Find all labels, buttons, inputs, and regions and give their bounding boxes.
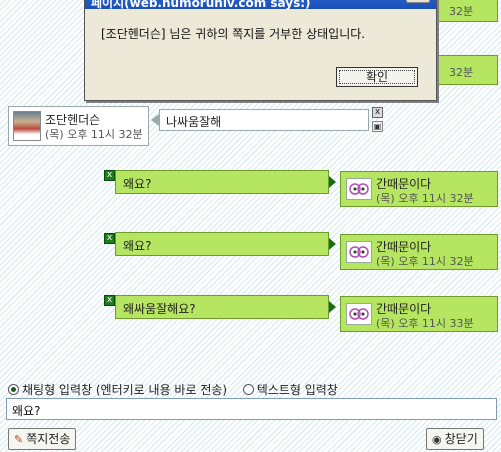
sender-time: (목) 오후 11시 32분 (376, 192, 474, 205)
send-message-button[interactable]: ✎ 쪽지전송 (8, 428, 77, 450)
chat-mode-label[interactable]: 채팅형 입력창 (엔터키로 내용 바로 전송) (22, 383, 227, 397)
received-message-bubble: 나싸움잘해 (159, 109, 369, 131)
received-sender-card: 조단헨더슨 (목) 오후 11시 32분 (8, 106, 149, 146)
sender-avatar[interactable] (346, 303, 372, 325)
sender-time: (목) 오후 11시 33분 (376, 317, 474, 330)
sent-message-bubble: 왜싸움잘해요? (115, 295, 329, 319)
sent-sender-card: 간때문이다 (목) 오후 11시 32분 (340, 171, 498, 207)
send-button-label: 쪽지전송 (26, 432, 71, 446)
sender-avatar[interactable] (13, 111, 41, 141)
close-window-icon: ◉ (432, 433, 442, 446)
sender-time: (목) 오후 11시 32분 (45, 128, 143, 141)
clipped-sent-card-1: 32분 (430, 0, 498, 22)
received-bubble-arrow (151, 114, 159, 126)
sender-avatar[interactable] (346, 241, 372, 263)
clipped-sent-card-2: 32분 (430, 55, 498, 85)
sender-time: (목) 오후 11시 32분 (376, 255, 474, 268)
sent-bubble-arrow (329, 176, 336, 188)
sent-bubble-arrow (329, 238, 336, 250)
sent-bubble-arrow (329, 301, 336, 313)
delete-sent-message-icon[interactable]: x (104, 233, 115, 244)
chat-mode-radio[interactable] (8, 384, 19, 395)
sent-message-bubble: 왜요? (115, 232, 329, 256)
sent-message-bubble: 왜요? (115, 170, 329, 194)
send-icon: ✎ (14, 433, 24, 446)
alert-dialog: 페이지(web.humoruniv.com says:) X [조단헨더슨] 님… (84, 0, 437, 101)
delete-sent-message-icon[interactable]: x (104, 170, 115, 181)
input-mode-selector: 채팅형 입력창 (엔터키로 내용 바로 전송) 텍스트형 입력창 (8, 381, 338, 398)
clipped-time-1: 32분 (449, 5, 474, 18)
delete-sent-message-icon[interactable]: x (104, 295, 115, 306)
sent-sender-card: 간때문이다 (목) 오후 11시 33분 (340, 296, 498, 332)
message-input[interactable]: 왜요? (6, 398, 497, 420)
dialog-ok-button[interactable]: 확인 (336, 67, 418, 87)
dialog-message: [조단헨더슨] 님은 귀하의 쪽지를 거부한 상태입니다. (101, 27, 366, 41)
dialog-close-button[interactable]: X (406, 0, 430, 3)
sender-avatar[interactable] (346, 178, 372, 200)
sent-sender-card: 간때문이다 (목) 오후 11시 32분 (340, 234, 498, 270)
clipped-time-2: 32분 (449, 66, 474, 79)
delete-message-icon[interactable]: x (372, 107, 383, 118)
print-message-icon[interactable]: ▣ (372, 121, 383, 132)
close-button-label: 창닫기 (444, 432, 478, 446)
text-mode-radio[interactable] (242, 384, 254, 395)
text-mode-label[interactable]: 텍스트형 입력창 (257, 383, 338, 397)
dialog-title: 페이지(web.humoruniv.com says:) (85, 0, 436, 9)
close-window-button[interactable]: ◉ 창닫기 (426, 428, 484, 450)
